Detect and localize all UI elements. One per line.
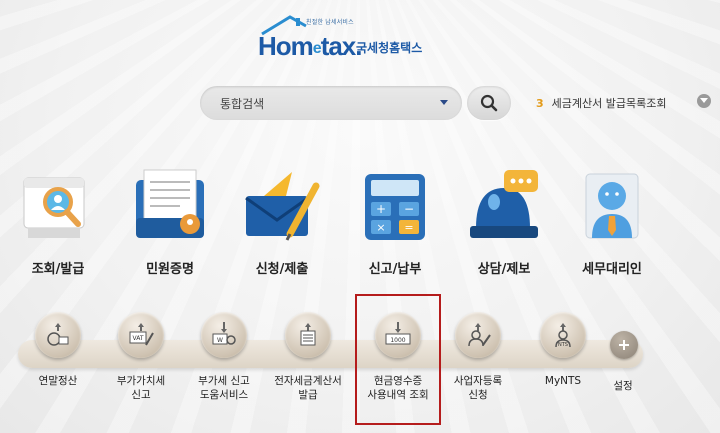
logo-korean-name: 국세청홈택스 [356,41,423,55]
main-menu-filing[interactable]: + − × = 신고/납부 [340,166,450,277]
ticker-expand-button[interactable] [697,94,711,108]
svg-text:W: W [217,337,223,344]
main-menu-label: 신청/제출 [255,262,309,277]
svg-text:=: = [404,221,413,234]
quick-menu-label: 전자세금계산서 발급 [274,375,342,401]
svg-text:NTS: NTS [558,342,568,348]
quick-menu-label: 부가가치세 신고 [116,375,166,401]
envelope-pen-icon [245,172,320,241]
business-registration-icon [468,323,491,347]
main-menu-label: 세무대리인 [582,262,642,277]
add-menu-button[interactable] [610,331,638,359]
quick-menu-label: MyNTS [544,375,582,387]
quick-menu-vat-help[interactable]: W 부가세 신고 도움서비스 [180,312,268,402]
quick-menu-button[interactable] [285,312,331,358]
certificate-document-icon [136,169,204,238]
quick-menu-label: 연말정산 [38,375,78,387]
search-document-icon [23,177,85,238]
chat-siren-icon [470,170,538,238]
svg-text:×: × [376,221,385,234]
ranking-ticker[interactable]: 3 세금계산서 발급목록조회 [536,95,666,111]
search-category-value: 통합검색 [220,96,265,111]
settings-label[interactable]: 설정 [603,378,643,393]
main-menu-label: 신고/납부 [368,262,422,277]
main-menu-tax-agent[interactable]: 세무대리인 [557,166,667,277]
year-end-settlement-icon [47,323,69,346]
search-category-select[interactable]: 통합검색 [200,86,462,120]
e-tax-invoice-icon [300,323,316,346]
ticker-rank: 3 [536,97,544,110]
quick-menu-button[interactable]: NTS [540,312,586,358]
hometax-logo[interactable]: 친절한 납세서비스 Hometax. 국세청홈택스 [256,14,436,61]
svg-text:+: + [376,202,386,216]
quick-menu-year-end-settlement[interactable]: 연말정산 [14,312,102,388]
vat-help-icon: W [212,322,236,345]
magnifier-icon [480,94,498,112]
search-button[interactable] [467,86,511,120]
svg-text:−: − [404,202,414,216]
quick-menu-mynts[interactable]: NTS MyNTS [519,312,607,388]
ticker-text: 세금계산서 발급목록조회 [551,97,667,110]
quick-menu-e-tax-invoice[interactable]: 전자세금계산서 발급 [264,312,352,402]
logo-brand: Hometax. [258,31,362,62]
chevron-down-icon [440,100,448,105]
brand-e: e [312,40,322,57]
quick-menu-business-registration[interactable]: 사업자등록 신청 [434,312,522,402]
main-menu-application[interactable]: 신청/제출 [227,166,337,277]
main-menu-inquiry[interactable]: 조회/발급 [3,166,113,277]
main-menu-certificates[interactable]: 민원증명 [115,166,225,277]
quick-menu-button[interactable] [35,312,81,358]
brand-prefix: Hom [258,31,314,61]
quick-menu-button[interactable]: VAT [118,312,164,358]
quick-menu-button[interactable]: W [201,312,247,358]
vat-icon: VAT [129,323,154,346]
highlight-box [355,294,441,425]
quick-menu-button[interactable] [455,312,501,358]
agent-person-icon [585,173,639,239]
mynts-icon: NTS [555,323,571,348]
main-menu-label: 상담/제보 [477,262,531,277]
calculator-icon: + − × = [365,174,425,240]
quick-menu-vat[interactable]: VAT 부가가치세 신고 [97,312,185,402]
svg-text:VAT: VAT [132,335,143,342]
main-menu-label: 조회/발급 [31,262,85,277]
logo-tagline: 친절한 납세서비스 [306,19,354,26]
main-menu-label: 민원증명 [146,262,194,277]
main-menu-consulting[interactable]: 상담/제보 [449,166,559,277]
quick-menu-label: 부가세 신고 도움서비스 [198,375,250,401]
quick-menu-label: 사업자등록 신청 [453,375,503,401]
